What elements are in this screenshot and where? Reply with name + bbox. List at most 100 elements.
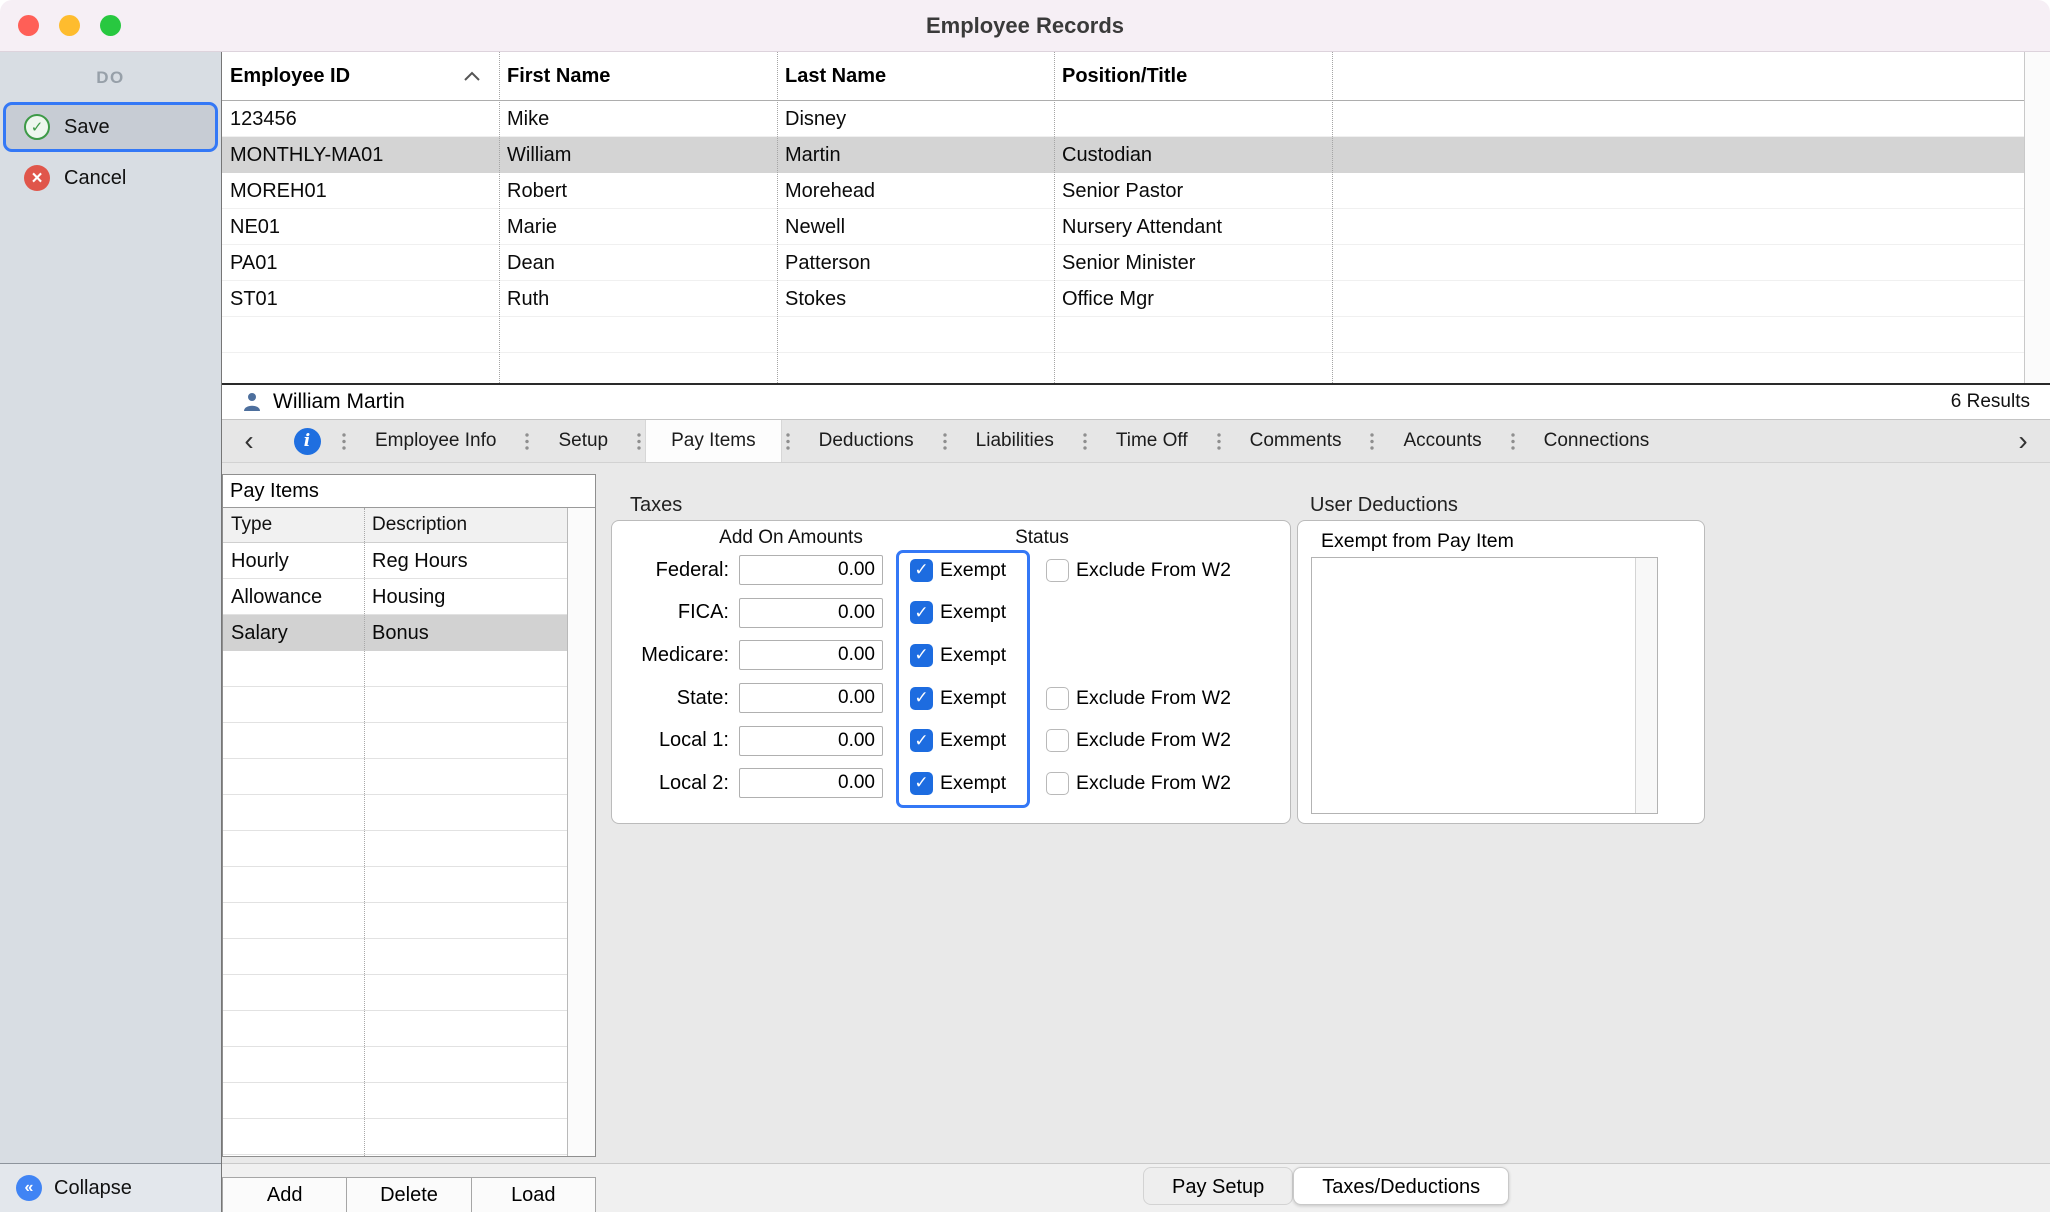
pay-items-scrollbar[interactable] bbox=[567, 508, 595, 1156]
employee-row[interactable]: PA01 Dean Patterson Senior Minister bbox=[222, 245, 2024, 281]
add-button[interactable]: Add bbox=[223, 1178, 346, 1212]
local1-exempt-checkbox[interactable] bbox=[910, 729, 933, 752]
state-exclude-w2-checkbox[interactable] bbox=[1046, 687, 1069, 710]
close-window-button[interactable] bbox=[18, 15, 39, 36]
tab-separator-icon bbox=[1083, 432, 1087, 451]
check-circle-icon bbox=[24, 114, 50, 140]
local2-amount-input[interactable] bbox=[739, 768, 883, 798]
tax-row-state: State: Exempt Exclude From W2 bbox=[612, 677, 1290, 720]
column-header-first-name[interactable]: First Name bbox=[499, 65, 777, 88]
content-area: Employee ID First Name Last Name Positio… bbox=[222, 52, 2050, 1212]
pay-items-panel-title: Pay Items bbox=[223, 475, 595, 508]
tax-row-local2: Local 2: Exempt Exclude From W2 bbox=[612, 762, 1290, 805]
tab-connections[interactable]: Connections bbox=[1519, 420, 1675, 462]
tab-separator-icon bbox=[342, 432, 346, 451]
cancel-button[interactable]: Cancel bbox=[6, 154, 215, 202]
cancel-label: Cancel bbox=[64, 167, 126, 190]
zoom-window-button[interactable] bbox=[100, 15, 121, 36]
save-button[interactable]: Save bbox=[3, 102, 218, 152]
person-icon bbox=[241, 391, 263, 413]
current-record-name: William Martin bbox=[273, 390, 405, 414]
tab-liabilities[interactable]: Liabilities bbox=[951, 420, 1079, 462]
fica-exempt-checkbox[interactable] bbox=[910, 601, 933, 624]
employee-row[interactable]: NE01 Marie Newell Nursery Attendant bbox=[222, 209, 2024, 245]
info-icon bbox=[294, 428, 321, 455]
tab-pay-setup[interactable]: Pay Setup bbox=[1143, 1167, 1293, 1205]
load-button[interactable]: Load bbox=[471, 1178, 595, 1212]
employee-row[interactable]: 123456 Mike Disney bbox=[222, 101, 2024, 137]
user-deductions-box: Exempt from Pay Item bbox=[1297, 520, 1705, 824]
employee-table-scrollbar[interactable] bbox=[2024, 52, 2050, 383]
state-amount-input[interactable] bbox=[739, 683, 883, 713]
tabs-scroll-right-button[interactable] bbox=[1996, 420, 2050, 462]
tab-deductions[interactable]: Deductions bbox=[794, 420, 939, 462]
federal-exempt-checkbox[interactable] bbox=[910, 559, 933, 582]
user-deductions-scrollbar[interactable] bbox=[1635, 558, 1657, 813]
local2-exclude-w2-checkbox[interactable] bbox=[1046, 772, 1069, 795]
tab-employee-info[interactable]: Employee Info bbox=[350, 420, 521, 462]
medicare-exempt-checkbox[interactable] bbox=[910, 644, 933, 667]
employee-row[interactable]: ST01 Ruth Stokes Office Mgr bbox=[222, 281, 2024, 317]
tab-separator-icon bbox=[1217, 432, 1221, 451]
pay-item-row[interactable]: Hourly Reg Hours bbox=[223, 543, 567, 579]
collapse-button[interactable]: Collapse bbox=[0, 1163, 221, 1212]
federal-amount-input[interactable] bbox=[739, 555, 883, 585]
employee-id-header-label: Employee ID bbox=[230, 65, 350, 88]
double-chevron-left-icon bbox=[16, 1175, 42, 1201]
local1-amount-input[interactable] bbox=[739, 726, 883, 756]
local1-exclude-w2-checkbox[interactable] bbox=[1046, 729, 1069, 752]
tab-bar: Employee Info Setup Pay Items Deductions… bbox=[222, 420, 2050, 463]
minimize-window-button[interactable] bbox=[59, 15, 80, 36]
record-bar: William Martin 6 Results bbox=[222, 383, 2050, 420]
sidebar-header: DO bbox=[0, 52, 221, 88]
tab-setup[interactable]: Setup bbox=[533, 420, 633, 462]
sidebar: DO Save Cancel Collapse bbox=[0, 52, 222, 1212]
fica-amount-input[interactable] bbox=[739, 598, 883, 628]
x-circle-icon bbox=[24, 165, 50, 191]
employee-row[interactable]: MOREH01 Robert Morehead Senior Pastor bbox=[222, 173, 2024, 209]
employee-records-window: Employee Records DO Save Cancel Collapse… bbox=[0, 0, 2050, 1212]
federal-exclude-w2-checkbox[interactable] bbox=[1046, 559, 1069, 582]
column-header-position-title[interactable]: Position/Title bbox=[1054, 65, 1332, 88]
save-label: Save bbox=[64, 116, 110, 139]
user-deductions-group-label: User Deductions bbox=[1310, 494, 1458, 517]
column-header-employee-id[interactable]: Employee ID bbox=[222, 65, 499, 88]
results-count: 6 Results bbox=[1951, 391, 2030, 413]
employee-table-header: Employee ID First Name Last Name Positio… bbox=[222, 52, 2050, 101]
state-exempt-checkbox[interactable] bbox=[910, 687, 933, 710]
employee-rows: 123456 Mike Disney MONTHLY-MA01 William … bbox=[222, 101, 2024, 383]
medicare-amount-input[interactable] bbox=[739, 640, 883, 670]
column-header-last-name[interactable]: Last Name bbox=[777, 65, 1054, 88]
tab-separator-icon bbox=[1370, 432, 1374, 451]
status-header: Status bbox=[1015, 527, 1069, 549]
exempt-from-pay-item-list[interactable] bbox=[1311, 557, 1658, 814]
employee-table: Employee ID First Name Last Name Positio… bbox=[222, 52, 2050, 383]
window-title: Employee Records bbox=[926, 13, 1124, 39]
tab-accounts[interactable]: Accounts bbox=[1378, 420, 1506, 462]
tabs-scroll-left-button[interactable] bbox=[222, 420, 276, 462]
tab-separator-icon bbox=[637, 432, 641, 451]
pay-items-buttons: Add Delete Load bbox=[222, 1177, 596, 1212]
tab-separator-icon bbox=[1511, 432, 1515, 451]
tab-separator-icon bbox=[525, 432, 529, 451]
footer: Add Delete Load Pay Setup Taxes/Deductio… bbox=[222, 1163, 2050, 1212]
sort-ascending-icon bbox=[463, 71, 481, 82]
tab-time-off[interactable]: Time Off bbox=[1091, 420, 1213, 462]
tax-row-medicare: Medicare: Exempt bbox=[612, 634, 1290, 677]
footer-tabs: Pay Setup Taxes/Deductions bbox=[1143, 1167, 1509, 1205]
tab-info[interactable] bbox=[276, 420, 338, 462]
add-on-amounts-header: Add On Amounts bbox=[719, 527, 863, 549]
employee-row-selected[interactable]: MONTHLY-MA01 William Martin Custodian bbox=[222, 137, 2024, 173]
tab-comments[interactable]: Comments bbox=[1225, 420, 1367, 462]
pay-item-row[interactable]: Allowance Housing bbox=[223, 579, 567, 615]
description-column-header: Description bbox=[364, 514, 567, 536]
local2-exempt-checkbox[interactable] bbox=[910, 772, 933, 795]
pay-item-row-selected[interactable]: Salary Bonus bbox=[223, 615, 567, 651]
pay-items-header: Type Description bbox=[223, 508, 567, 543]
tab-pay-items[interactable]: Pay Items bbox=[645, 420, 781, 462]
tab-taxes-deductions[interactable]: Taxes/Deductions bbox=[1293, 1167, 1509, 1205]
tax-row-local1: Local 1: Exempt Exclude From W2 bbox=[612, 719, 1290, 762]
tab-separator-icon bbox=[786, 432, 790, 451]
traffic-lights bbox=[18, 15, 121, 36]
delete-button[interactable]: Delete bbox=[346, 1178, 470, 1212]
